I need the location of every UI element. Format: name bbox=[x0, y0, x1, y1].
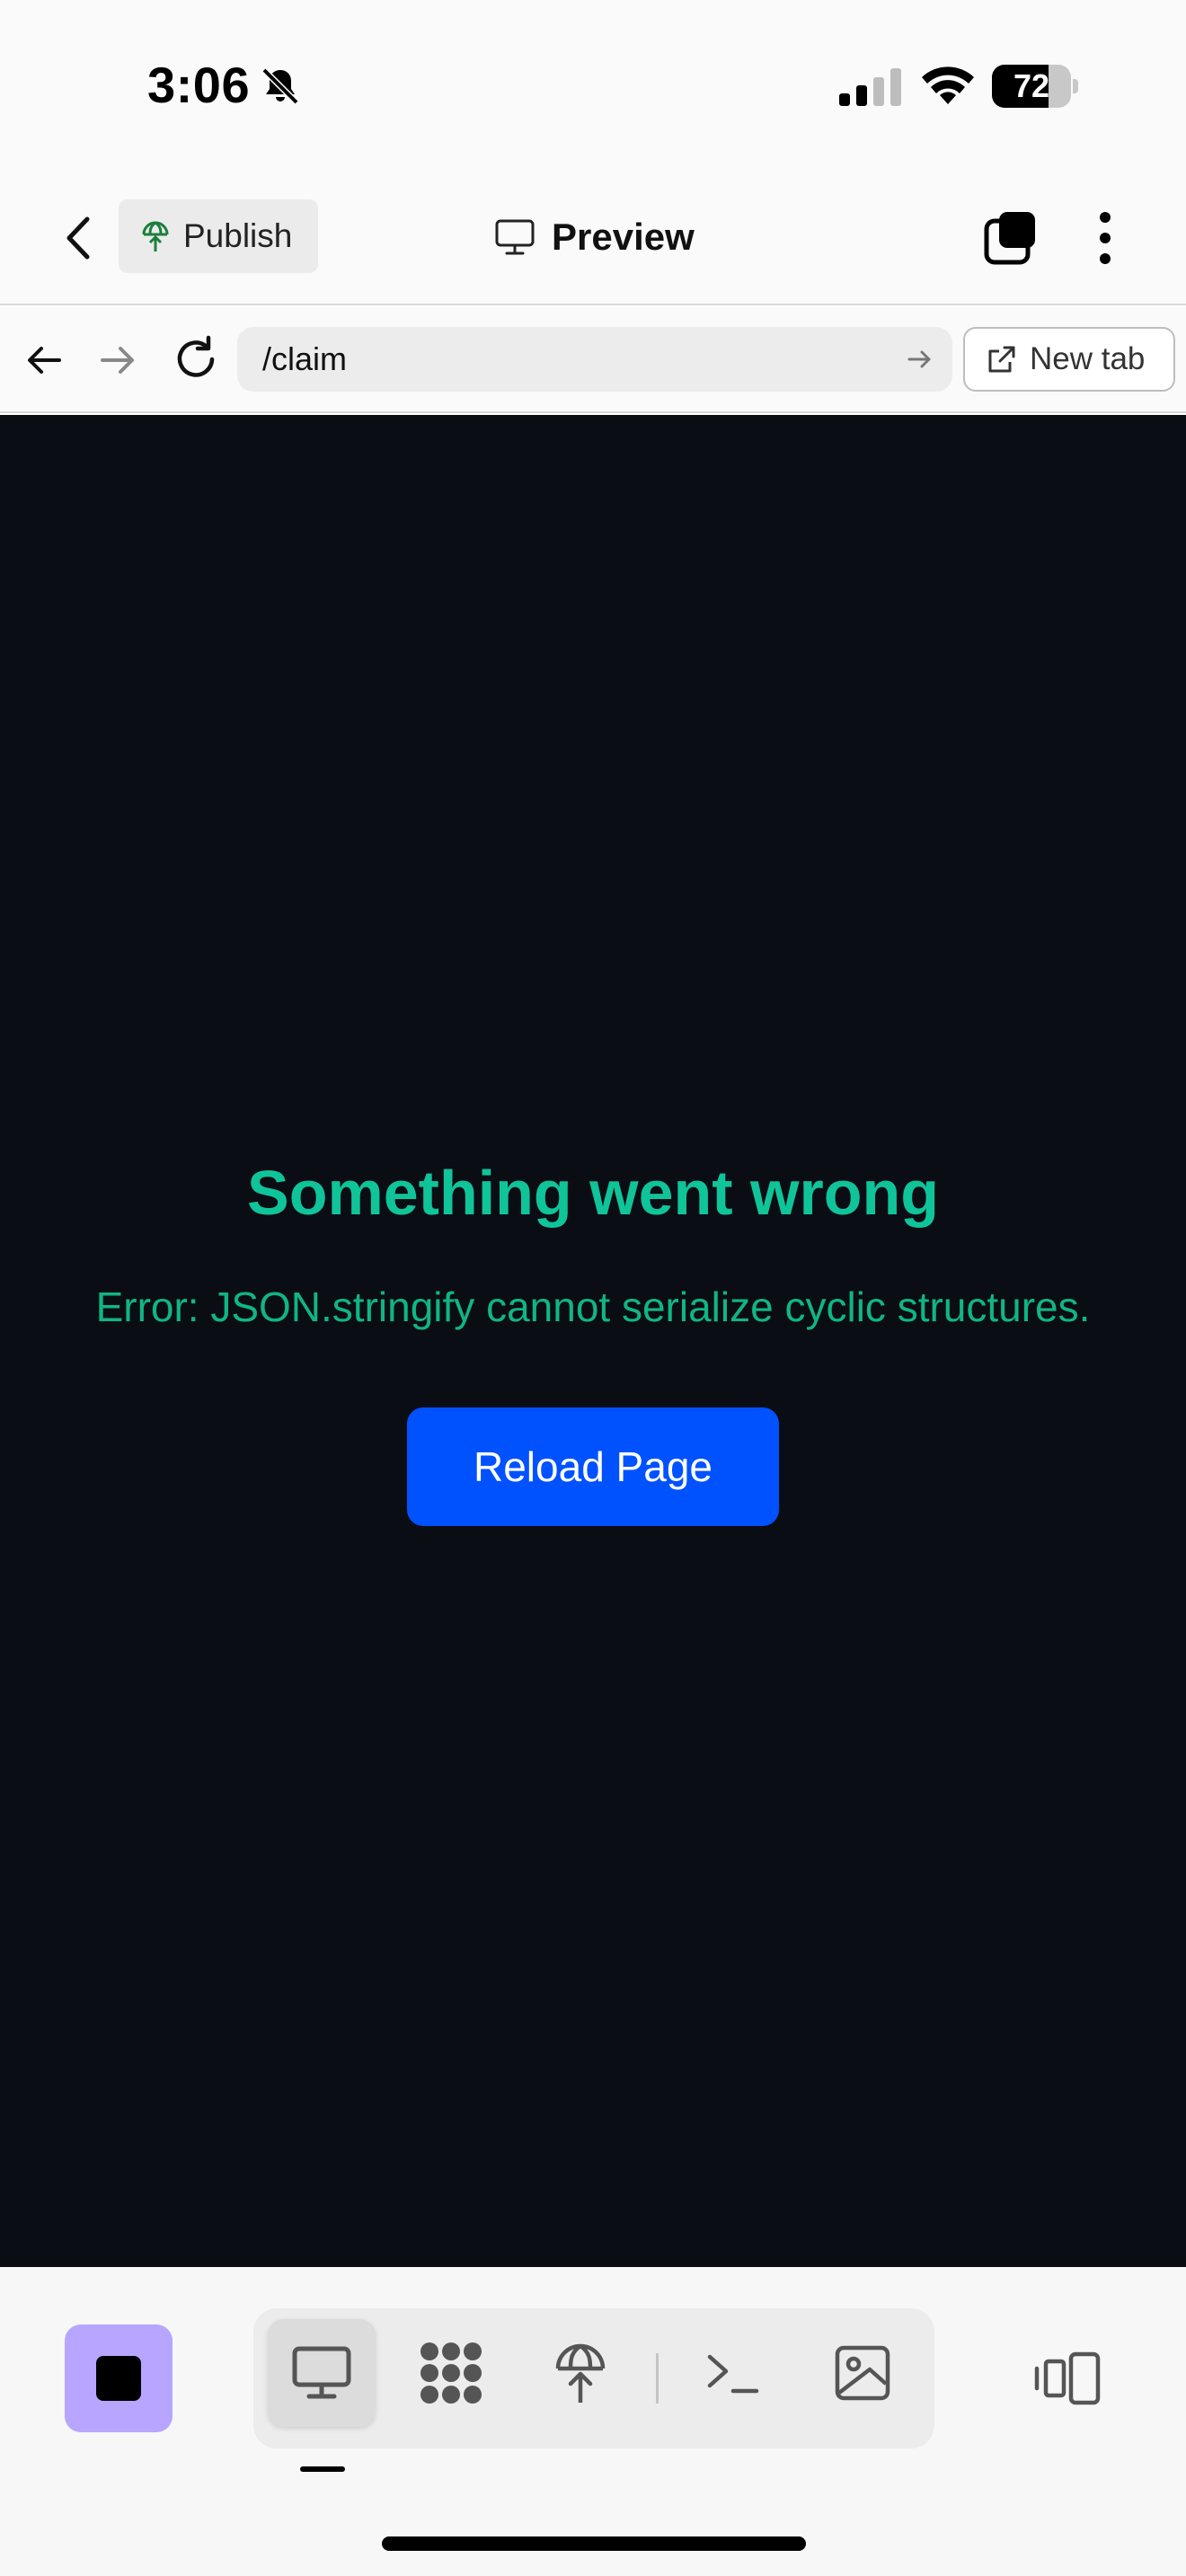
new-tab-label: New tab bbox=[1030, 341, 1146, 376]
preview-frame: Something went wrong Error: JSON.stringi… bbox=[0, 415, 1186, 2267]
tabs-icon[interactable] bbox=[979, 207, 1042, 269]
reload-page-button[interactable]: Reload Page bbox=[407, 1407, 779, 1526]
home-indicator bbox=[382, 2536, 806, 2551]
url-text: /claim bbox=[262, 340, 348, 377]
url-input[interactable]: /claim bbox=[237, 327, 952, 392]
chevron-left-icon bbox=[66, 216, 90, 260]
desktop-icon bbox=[292, 2346, 351, 2399]
more-options-icon[interactable] bbox=[1078, 207, 1132, 269]
reload-icon[interactable] bbox=[171, 334, 221, 384]
app-header: Publish Preview bbox=[0, 171, 1186, 305]
tool-terminal[interactable] bbox=[679, 2319, 787, 2427]
page-title: Preview bbox=[552, 216, 695, 258]
publish-button[interactable]: Publish bbox=[119, 199, 318, 273]
tool-extensions[interactable] bbox=[397, 2319, 505, 2427]
tool-preview[interactable] bbox=[268, 2319, 376, 2427]
publish-globe-icon bbox=[555, 2343, 606, 2403]
battery-percent: 72 bbox=[1013, 67, 1050, 104]
desktop-icon bbox=[495, 219, 535, 255]
tool-group bbox=[253, 2308, 934, 2448]
wifi-icon bbox=[922, 66, 974, 104]
tool-publish[interactable] bbox=[527, 2319, 634, 2427]
new-tab-button[interactable]: New tab bbox=[963, 327, 1175, 392]
battery-indicator: 72 bbox=[992, 65, 1078, 108]
status-bar: 3:06 72 bbox=[0, 0, 1186, 171]
silent-bell-icon bbox=[261, 67, 299, 105]
stop-icon bbox=[96, 2356, 141, 2401]
error-title: Something went wrong bbox=[247, 1158, 939, 1228]
image-icon bbox=[835, 2345, 890, 2401]
stop-button[interactable] bbox=[65, 2325, 173, 2432]
active-tool-indicator bbox=[300, 2466, 345, 2472]
status-time: 3:06 bbox=[147, 57, 251, 113]
browser-bar: /claim New tab bbox=[0, 307, 1186, 413]
split-view-button[interactable] bbox=[1022, 2333, 1112, 2423]
tool-divider bbox=[656, 2353, 659, 2404]
split-view-icon bbox=[1034, 2351, 1101, 2405]
cellular-signal-icon bbox=[839, 68, 901, 106]
publish-globe-icon bbox=[142, 221, 169, 251]
error-message: Error: JSON.stringify cannot serialize c… bbox=[95, 1284, 1091, 1330]
publish-label: Publish bbox=[183, 217, 293, 254]
extensions-icon bbox=[420, 2342, 482, 2404]
arrow-left-icon[interactable] bbox=[22, 338, 66, 383]
back-button[interactable] bbox=[50, 207, 104, 269]
preview-title: Preview bbox=[494, 210, 695, 264]
bottom-toolbar bbox=[0, 2267, 1186, 2576]
external-link-icon bbox=[988, 346, 1015, 373]
go-arrow-icon[interactable] bbox=[906, 345, 934, 374]
arrow-right-icon[interactable] bbox=[95, 338, 140, 383]
terminal-icon bbox=[707, 2354, 759, 2394]
tool-image[interactable] bbox=[809, 2319, 916, 2427]
